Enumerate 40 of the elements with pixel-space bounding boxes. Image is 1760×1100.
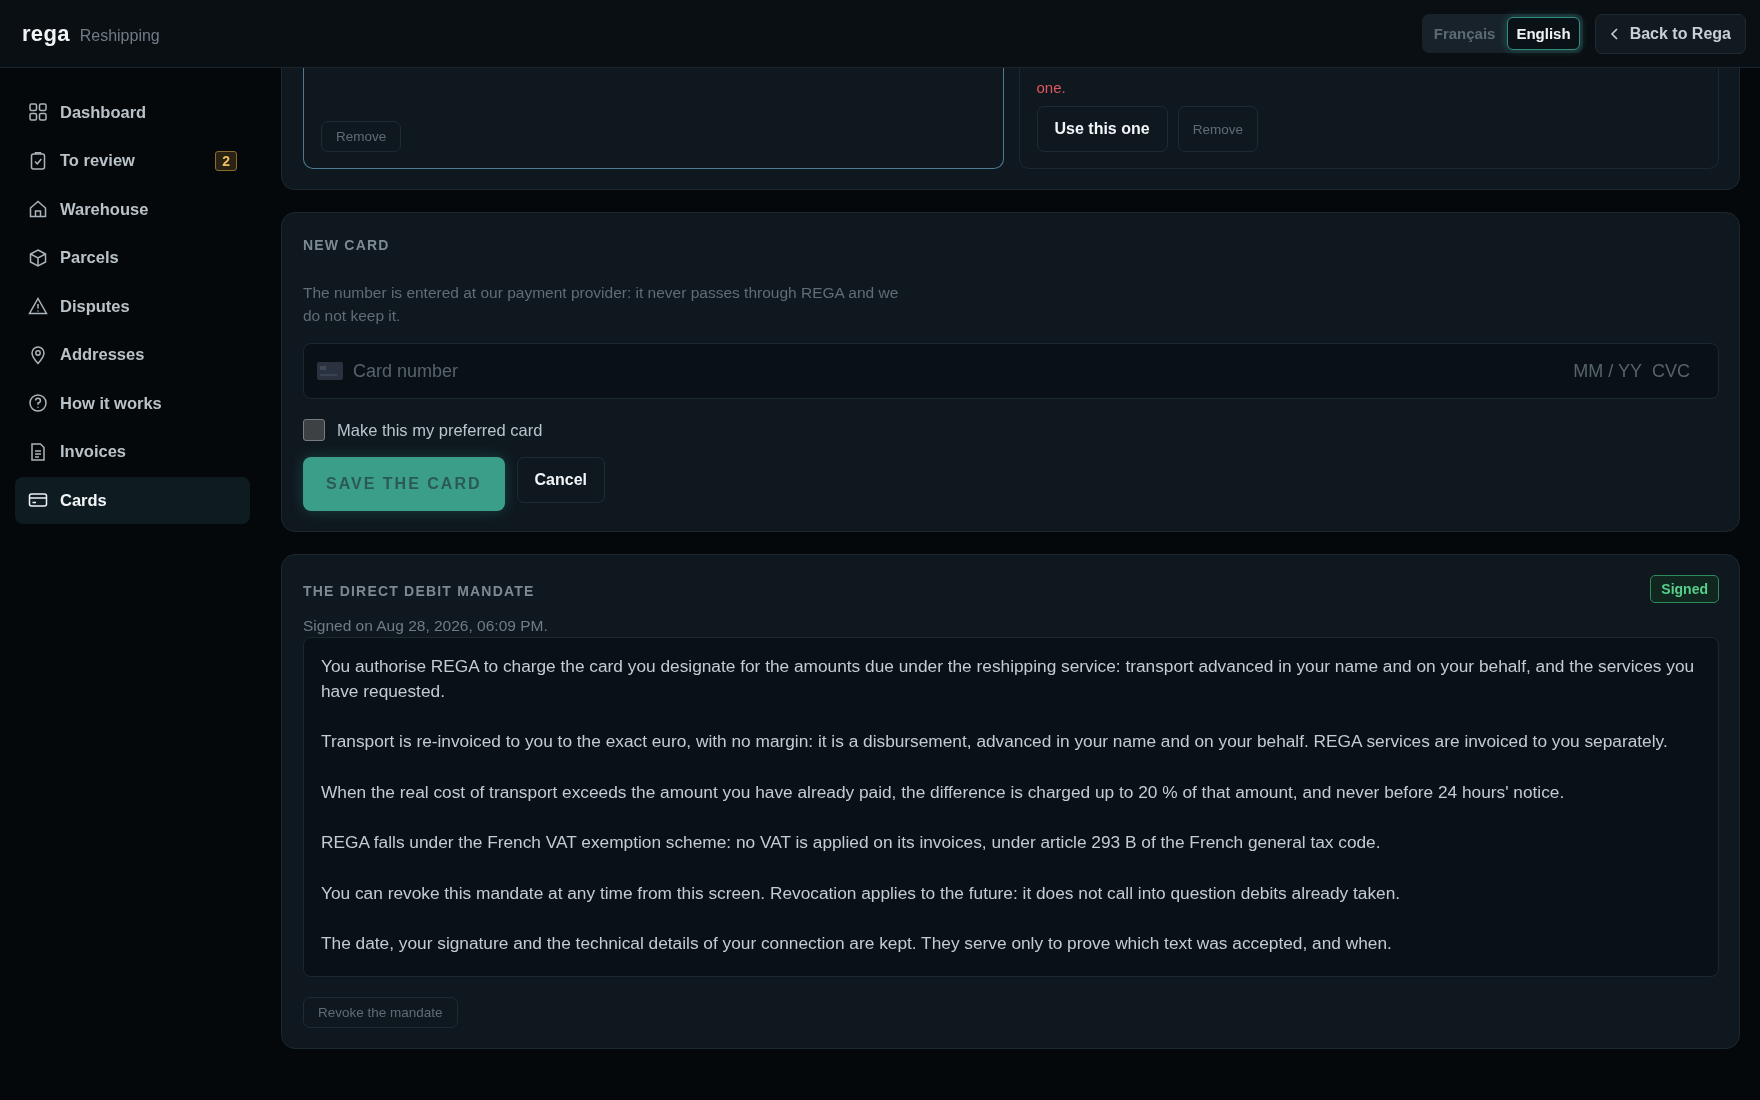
description-text: The number is entered at our payment provider: it never passes through REGA and we do not keep it. <box>303 283 900 326</box>
sidebar-item[interactable]: Parcels <box>15 234 250 281</box>
location-pin-icon <box>28 344 48 365</box>
sidebar-item[interactable]: Cards <box>15 477 250 524</box>
help-icon <box>28 393 48 414</box>
back-button[interactable]: Back to Rega <box>1594 13 1746 54</box>
mandate-paragraph: When the real cost of transport exceeds the amount you have already paid, the difference is charged up to 20 % of that amount, and never before 24 hours' notice. <box>321 780 1566 804</box>
mandate-paragraph: The date, your signature and the technical details of your connection are kept. They serve only to prove which text was accepted, and when. <box>321 932 1393 955</box>
mandate-paragraph: You can revoke this mandate at any time from this screen. Revocation applies to the future: it does not call into question debits already taken. <box>321 881 1402 905</box>
section-title: THE DIRECT DEBIT MANDATE <box>303 583 535 599</box>
mandate-paragraph: Transport is re-invoiced to you to the exact euro, with no margin: it is a disbursement, advanced in your name and on your behalf. REGA services are invoiced to you separately. <box>321 730 1669 753</box>
sidebar-item[interactable]: Warehouse <box>15 186 250 233</box>
box-icon <box>28 247 48 268</box>
status-badge: Signed <box>1650 575 1719 603</box>
signed-date-text: Signed on Aug 28, 2026, 06:09 PM. <box>303 617 549 635</box>
section-title: NEW CARD <box>303 237 391 253</box>
app-subtitle: Reshipping <box>79 26 160 45</box>
error-message: one. <box>1036 79 1067 96</box>
chevron-left-icon <box>1609 26 1620 41</box>
warning-icon <box>28 296 48 317</box>
sidebar-item[interactable]: Dashboard <box>15 89 250 136</box>
sidebar-item[interactable]: How it works <box>15 380 250 427</box>
credit-card-icon <box>317 362 343 380</box>
use-card-button[interactable]: Use this one <box>1036 106 1168 152</box>
house-icon <box>28 199 48 220</box>
sidebar-item[interactable]: Disputes <box>15 283 250 330</box>
count-badge: 2 <box>215 150 237 171</box>
sidebar-item[interactable]: To review 2 <box>15 137 250 184</box>
cancel-button[interactable]: Cancel <box>516 457 605 503</box>
checkbox-label: Make this my preferred card <box>337 420 543 440</box>
sidebar-item[interactable]: Addresses <box>15 331 250 378</box>
clipboard-check-icon <box>28 150 48 171</box>
grid-icon <box>28 102 48 123</box>
document-icon <box>28 441 48 462</box>
language-tab[interactable]: English <box>1507 17 1580 50</box>
logo: rega <box>22 20 70 47</box>
mandate-paragraph: REGA falls under the French VAT exemption scheme: no VAT is applied on its invoices, under article 293 B of the French general tax code. <box>321 831 1382 854</box>
sidebar-item[interactable]: Invoices <box>15 428 250 475</box>
checkbox[interactable] <box>303 419 325 441</box>
mandate-paragraph: You authorise REGA to charge the card you designate for the amounts due under the reshipping service: transport advanced in your name and on your behalf, and the services you have requested. <box>321 655 1696 703</box>
